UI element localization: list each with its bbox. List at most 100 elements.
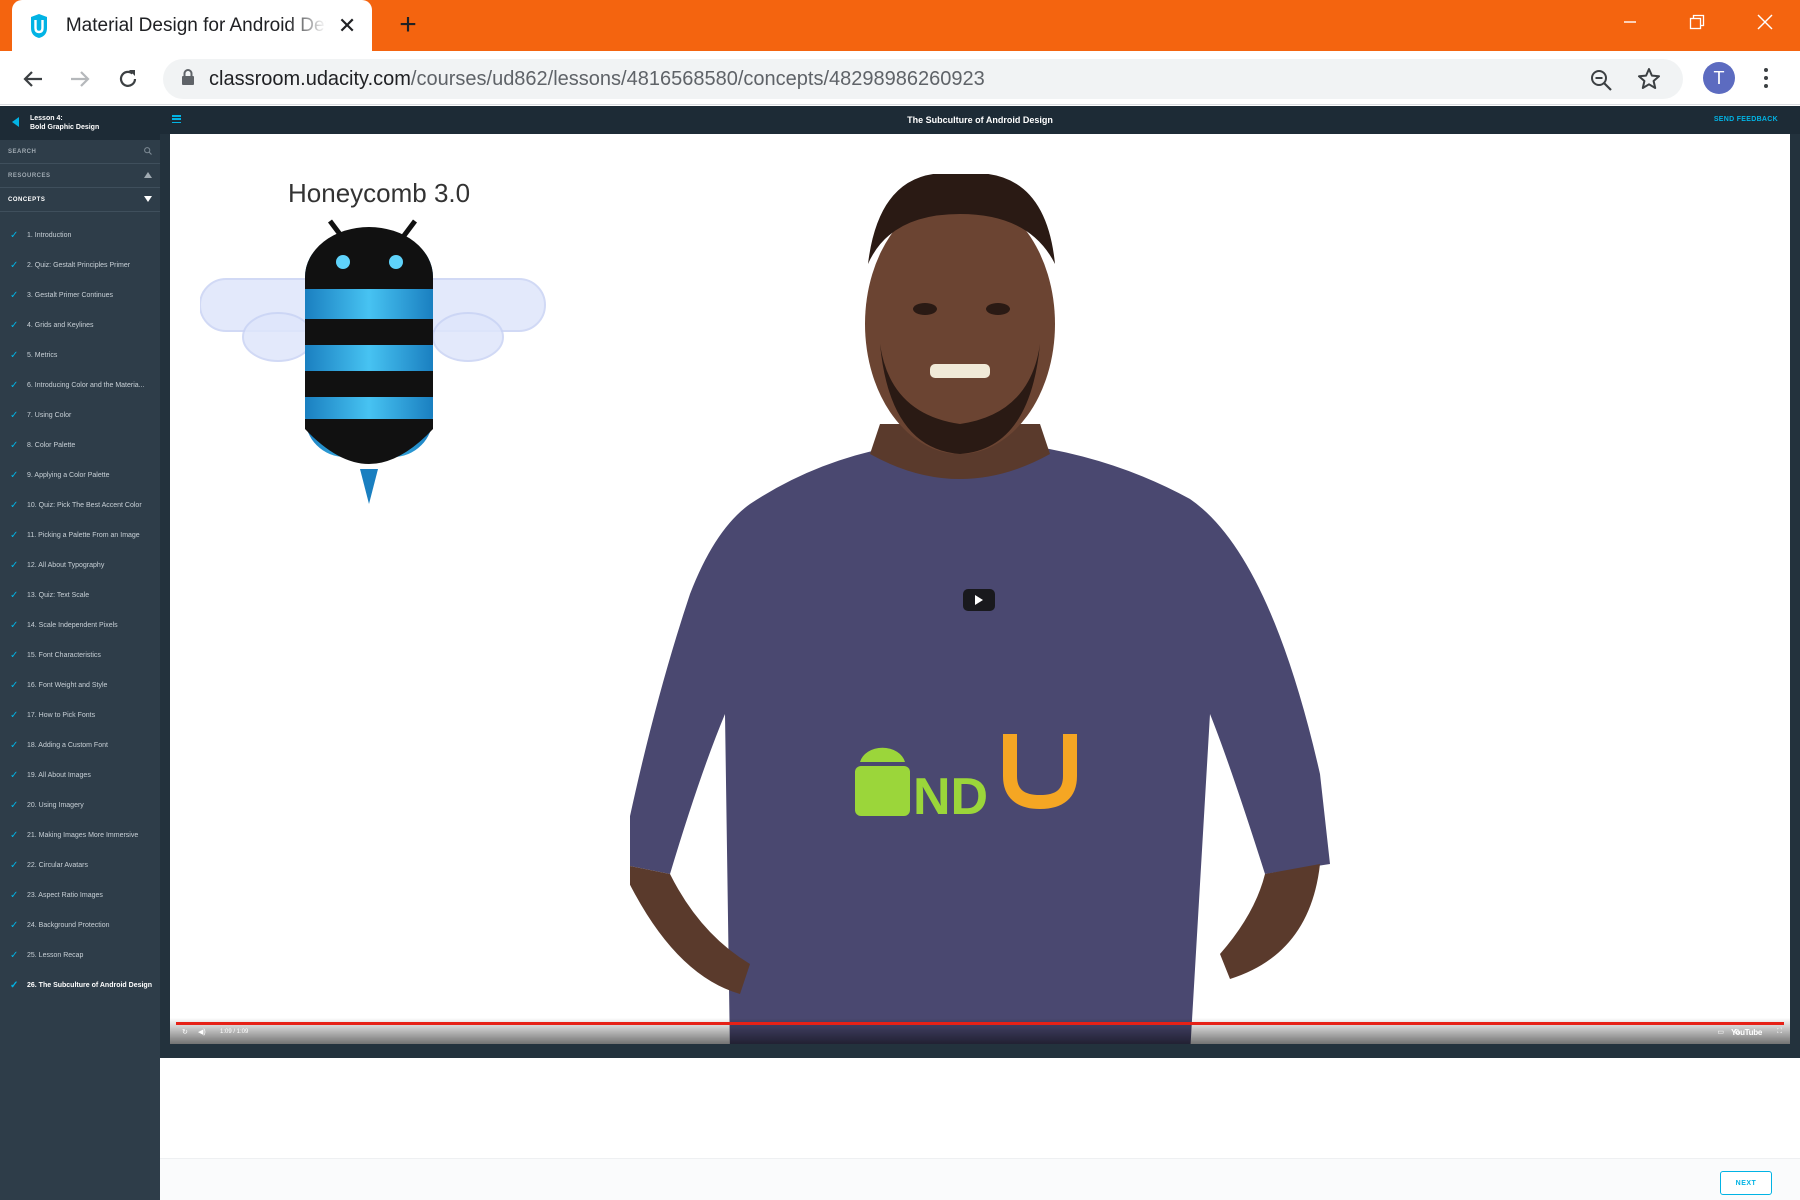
new-tab-icon[interactable]: + bbox=[392, 10, 424, 42]
concept-item[interactable]: ✓ 22. Circular Avatars bbox=[0, 850, 160, 880]
minimize-icon[interactable] bbox=[1595, 0, 1665, 44]
youtube-logo[interactable]: YouTube bbox=[1731, 1028, 1762, 1037]
checkmark-icon: ✓ bbox=[10, 679, 19, 691]
profile-avatar[interactable]: T bbox=[1703, 62, 1735, 94]
concept-label: 16. Font Weight and Style bbox=[27, 681, 108, 689]
bookmark-star-icon[interactable] bbox=[1637, 67, 1661, 96]
checkmark-icon: ✓ bbox=[10, 889, 19, 901]
checkmark-icon: ✓ bbox=[10, 559, 19, 571]
concept-item[interactable]: ✓ 20. Using Imagery bbox=[0, 790, 160, 820]
concept-item[interactable]: ✓ 10. Quiz: Pick The Best Accent Color bbox=[0, 490, 160, 520]
concept-item[interactable]: ✓ 5. Metrics bbox=[0, 340, 160, 370]
lesson-header[interactable]: Lesson 4: Bold Graphic Design bbox=[0, 106, 160, 140]
concept-label: 24. Background Protection bbox=[27, 921, 110, 929]
sidebar-search[interactable]: SEARCH bbox=[0, 140, 160, 164]
reload-icon[interactable] bbox=[113, 64, 143, 94]
concept-label: 25. Lesson Recap bbox=[27, 951, 84, 959]
concept-label: 15. Font Characteristics bbox=[27, 651, 101, 659]
concept-item[interactable]: ✓ 2. Quiz: Gestalt Principles Primer bbox=[0, 250, 160, 280]
concept-label: 14. Scale Independent Pixels bbox=[27, 621, 118, 629]
browser-toolbar: classroom.udacity.com/courses/ud862/less… bbox=[0, 51, 1800, 105]
slide-title: Honeycomb 3.0 bbox=[288, 178, 471, 208]
play-button[interactable] bbox=[963, 589, 995, 611]
back-icon[interactable] bbox=[18, 64, 48, 94]
forward-icon[interactable] bbox=[65, 64, 95, 94]
video-progress-bar[interactable] bbox=[176, 1022, 1784, 1025]
checkmark-icon: ✓ bbox=[10, 349, 19, 361]
sidebar-resources[interactable]: RESOURCES bbox=[0, 164, 160, 188]
tab-close-icon[interactable]: ✕ bbox=[336, 13, 358, 39]
classroom-page: Lesson 4: Bold Graphic Design SEARCH RES… bbox=[0, 106, 1800, 1200]
tab-title: Material Design for Android Developers |… bbox=[65, 14, 326, 36]
concept-item[interactable]: ✓ 9. Applying a Color Palette bbox=[0, 460, 160, 490]
concept-item[interactable]: ✓ 17. How to Pick Fonts bbox=[0, 700, 160, 730]
checkmark-icon: ✓ bbox=[10, 649, 19, 661]
concept-label: 12. All About Typography bbox=[27, 561, 105, 569]
address-bar[interactable]: classroom.udacity.com/courses/ud862/less… bbox=[163, 59, 1683, 99]
concept-item[interactable]: ✓ 1. Introduction bbox=[0, 220, 160, 250]
chevron-down-icon bbox=[144, 195, 152, 204]
concept-label: 17. How to Pick Fonts bbox=[27, 711, 96, 719]
search-icon bbox=[144, 146, 152, 157]
concept-item[interactable]: ✓ 18. Adding a Custom Font bbox=[0, 730, 160, 760]
concept-item[interactable]: ✓ 4. Grids and Keylines bbox=[0, 310, 160, 340]
send-feedback-link[interactable]: SEND FEEDBACK bbox=[1714, 116, 1778, 123]
url-text: classroom.udacity.com/courses/ud862/less… bbox=[209, 68, 985, 91]
lesson-topbar: The Subculture of Android Design SEND FE… bbox=[160, 106, 1800, 134]
concept-item[interactable]: ✓ 25. Lesson Recap bbox=[0, 940, 160, 970]
concept-item[interactable]: ✓ 7. Using Color bbox=[0, 400, 160, 430]
concept-item[interactable]: ✓ 21. Making Images More Immersive bbox=[0, 820, 160, 850]
url-path: /courses/ud862/lessons/4816568580/concep… bbox=[410, 67, 985, 90]
concept-label: 8. Color Palette bbox=[27, 441, 76, 449]
checkmark-icon: ✓ bbox=[10, 439, 19, 451]
concept-item[interactable]: ✓ 6. Introducing Color and the Materia... bbox=[0, 370, 160, 400]
sidebar-concepts[interactable]: CONCEPTS bbox=[0, 188, 160, 212]
concept-item[interactable]: ✓ 15. Font Characteristics bbox=[0, 640, 160, 670]
concept-item[interactable]: ✓ 26. The Subculture of Android Design bbox=[0, 970, 160, 1000]
concept-label: 23. Aspect Ratio Images bbox=[27, 891, 103, 899]
fullscreen-icon[interactable]: ⛶ bbox=[1777, 1028, 1782, 1036]
concept-label: 2. Quiz: Gestalt Principles Primer bbox=[27, 261, 131, 269]
concept-item[interactable]: ✓ 14. Scale Independent Pixels bbox=[0, 610, 160, 640]
concept-item[interactable]: ✓ 8. Color Palette bbox=[0, 430, 160, 460]
zoom-icon[interactable] bbox=[1589, 68, 1613, 97]
chevron-up-icon bbox=[144, 171, 152, 180]
checkmark-icon: ✓ bbox=[10, 949, 19, 961]
checkmark-icon: ✓ bbox=[10, 499, 19, 511]
checkmark-icon: ✓ bbox=[10, 739, 19, 751]
concept-label: 7. Using Color bbox=[27, 411, 72, 419]
browser-menu-icon[interactable] bbox=[1756, 63, 1776, 93]
concept-label: 13. Quiz: Text Scale bbox=[27, 591, 90, 599]
volume-icon[interactable]: ◀) bbox=[198, 1028, 206, 1036]
concepts-label: CONCEPTS bbox=[8, 196, 46, 203]
checkmark-icon: ✓ bbox=[10, 529, 19, 541]
checkmark-icon: ✓ bbox=[10, 259, 19, 271]
back-arrow-icon[interactable] bbox=[12, 114, 20, 132]
concept-label: 20. Using Imagery bbox=[27, 801, 84, 809]
captions-icon[interactable]: ▭ bbox=[1717, 1028, 1724, 1036]
concept-item[interactable]: ✓ 24. Background Protection bbox=[0, 910, 160, 940]
video-container: Honeycomb 3.0 ND ↻ ◀) 1:09 / 1:09 ▭ ⚙ Yo… bbox=[160, 134, 1800, 1058]
concept-label: 5. Metrics bbox=[27, 351, 58, 359]
checkmark-icon: ✓ bbox=[10, 379, 19, 391]
video-controls: ↻ ◀) 1:09 / 1:09 ▭ ⚙ YouTube ⛶ bbox=[170, 1018, 1790, 1044]
concept-label: 4. Grids and Keylines bbox=[27, 321, 94, 329]
concept-item[interactable]: ✓ 23. Aspect Ratio Images bbox=[0, 880, 160, 910]
checkmark-icon: ✓ bbox=[10, 709, 19, 721]
checkmark-icon: ✓ bbox=[10, 289, 19, 301]
concept-label: 11. Picking a Palette From an Image bbox=[27, 531, 140, 539]
checkmark-icon: ✓ bbox=[10, 409, 19, 421]
close-window-icon[interactable] bbox=[1730, 0, 1800, 44]
concept-item[interactable]: ✓ 12. All About Typography bbox=[0, 550, 160, 580]
concept-item[interactable]: ✓ 19. All About Images bbox=[0, 760, 160, 790]
replay-icon[interactable]: ↻ bbox=[182, 1028, 188, 1036]
video-player[interactable]: Honeycomb 3.0 ND ↻ ◀) 1:09 / 1:09 ▭ ⚙ Yo… bbox=[170, 134, 1790, 1044]
concept-label: 18. Adding a Custom Font bbox=[27, 741, 108, 749]
restore-icon[interactable] bbox=[1662, 0, 1732, 44]
concept-item[interactable]: ✓ 16. Font Weight and Style bbox=[0, 670, 160, 700]
concept-item[interactable]: ✓ 11. Picking a Palette From an Image bbox=[0, 520, 160, 550]
next-button[interactable]: NEXT bbox=[1720, 1171, 1772, 1195]
concept-item[interactable]: ✓ 3. Gestalt Primer Continues bbox=[0, 280, 160, 310]
browser-tab[interactable]: Material Design for Android Developers |… bbox=[12, 0, 372, 51]
concept-item[interactable]: ✓ 13. Quiz: Text Scale bbox=[0, 580, 160, 610]
